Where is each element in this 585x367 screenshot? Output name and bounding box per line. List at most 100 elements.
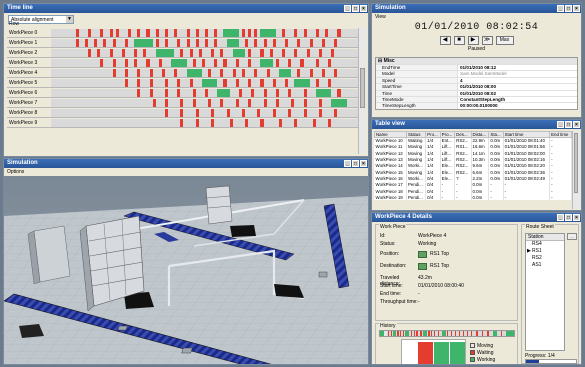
history-segment — [393, 331, 397, 336]
route-station-item[interactable]: RS4 — [526, 241, 564, 248]
route-browse-button[interactable]: ... — [567, 233, 577, 240]
close-button[interactable]: × — [573, 5, 580, 12]
timeline-row[interactable]: WorkPiece 0 — [7, 28, 359, 38]
close-button[interactable]: × — [573, 214, 580, 221]
maximize-button[interactable]: □ — [565, 214, 572, 221]
timeline-waiting-segment — [278, 118, 282, 127]
table-view-title: Table view — [375, 121, 405, 127]
route-station-item[interactable]: AS1 — [526, 262, 564, 269]
scrollbar-thumb[interactable] — [360, 68, 365, 108]
timeline-row[interactable]: WorkPiece 8 — [7, 108, 359, 118]
timeline-waiting-segment — [100, 58, 104, 67]
maximize-button[interactable]: □ — [352, 160, 359, 167]
route-station-item[interactable]: RS2 — [526, 255, 564, 262]
table-row[interactable]: WorkPiece 19 Pendi... 0/4- -0.0m - - - — [374, 194, 572, 201]
property-value[interactable]: 01/01/2010 08:02 — [458, 91, 577, 96]
workpiece-marker[interactable] — [318, 271, 328, 278]
history-segment — [384, 331, 387, 336]
timeline-working-segment — [226, 38, 239, 47]
property-row[interactable]: TimeMode ConstantStepLength — [376, 95, 577, 103]
property-value[interactable]: 01/01/2010 08:00 — [458, 84, 577, 89]
property-key: EndTime — [376, 65, 458, 71]
property-value[interactable]: Sam.Model.SamModel — [458, 71, 577, 76]
table-column-header[interactable]: End time — [549, 131, 572, 138]
timeline-titlebar[interactable]: Time line _ □ × — [4, 4, 368, 13]
station-icon[interactable] — [418, 251, 427, 258]
timeline-waiting-segment — [294, 48, 298, 57]
timeline-waiting-segment — [174, 68, 178, 77]
close-button[interactable]: × — [360, 5, 367, 12]
property-grid: ⊟ Misc EndTime 01/01/2010 08:12 Model Sam.M… — [375, 57, 578, 110]
timeline-row[interactable]: WorkPiece 6 — [7, 88, 359, 98]
property-row[interactable]: StartTime 01/01/2010 08:00 — [376, 83, 577, 90]
close-button[interactable]: × — [360, 160, 367, 167]
menu-view[interactable]: View — [372, 13, 581, 21]
timeline-waiting-segment — [146, 58, 150, 67]
maximize-button[interactable]: □ — [565, 5, 572, 12]
minimize-button[interactable]: _ — [344, 160, 351, 167]
property-value[interactable]: 00:00:00.0100000 — [458, 103, 577, 108]
max-speed-button[interactable]: Max — [495, 36, 514, 45]
route-station-item[interactable]: ▶ RS1 — [526, 248, 564, 255]
timeline-row[interactable]: WorkPiece 5 — [7, 78, 359, 88]
stop-button[interactable]: ■ — [453, 36, 465, 45]
property-value[interactable]: ConstantStepLength — [458, 97, 577, 102]
property-value[interactable]: 01/01/2010 08:12 — [458, 65, 577, 70]
minimize-button[interactable]: _ — [557, 5, 564, 12]
timeline-row[interactable]: WorkPiece 9 — [7, 118, 359, 128]
minimize-button[interactable]: _ — [557, 214, 564, 221]
timeline-waiting-segment — [275, 88, 279, 97]
property-row[interactable]: Time 01/01/2010 08:02 — [376, 89, 577, 96]
timeline-waiting-segment — [124, 38, 128, 47]
workpiece-details-window: WorkPiece 4 Details _ □ × Work Piece Id:… — [371, 212, 582, 365]
timeline-row[interactable]: WorkPiece 3 — [7, 58, 359, 68]
timeline-waiting-segment — [282, 48, 286, 57]
property-value[interactable]: 4 — [458, 78, 577, 83]
scrollbar-thumb[interactable] — [574, 133, 578, 193]
timeline-scrollbar[interactable] — [358, 28, 366, 154]
timeline-row[interactable]: WorkPiece 1 — [7, 38, 359, 48]
close-button[interactable]: × — [573, 121, 580, 128]
timeline-row[interactable]: WorkPiece 7 — [7, 98, 359, 108]
timeline-row[interactable]: WorkPiece 2 — [7, 48, 359, 58]
table-view-titlebar[interactable]: Table view _ □ × — [372, 120, 581, 129]
timeline-row[interactable]: WorkPiece 4 — [7, 68, 359, 78]
workpiece-marker[interactable] — [181, 347, 193, 354]
timeline-waiting-segment — [223, 58, 227, 67]
workpiece-marker[interactable] — [117, 325, 128, 331]
route-station-list[interactable]: Station RS4 ▶ RS1 RS2 AS1 — [525, 233, 565, 351]
history-legend-item: Moving — [470, 342, 495, 349]
maximize-button[interactable]: □ — [352, 5, 359, 12]
view3d-titlebar[interactable]: Simulation _ □ × — [4, 159, 368, 168]
timeline-waiting-segment — [161, 68, 165, 77]
property-row[interactable]: Model Sam.Model.SamModel — [376, 70, 577, 77]
history-segment — [433, 331, 435, 336]
station-icon[interactable] — [418, 263, 427, 270]
route-station-header[interactable]: Station — [526, 234, 564, 241]
play-button[interactable]: ▶ — [467, 36, 479, 45]
timeline-rows: WorkPiece 0 WorkPiece 1 WorkPiece 2 WorkPie… — [7, 28, 359, 156]
minimize-button[interactable]: _ — [557, 121, 564, 128]
timeline-waiting-segment — [155, 38, 159, 47]
progress-bar — [525, 359, 577, 364]
maximize-button[interactable]: □ — [565, 121, 572, 128]
menu-options[interactable]: Options — [4, 168, 368, 176]
timeline-waiting-segment — [297, 38, 301, 47]
simulation-titlebar[interactable]: Simulation _ □ × — [372, 4, 581, 13]
destination-value: RS1 Top — [430, 263, 450, 269]
property-row[interactable]: Speed 4 — [376, 76, 577, 84]
details-titlebar[interactable]: WorkPiece 4 Details _ □ × — [372, 213, 581, 222]
property-row[interactable]: TimeStepLength 00:00:00.0100000 — [376, 102, 577, 109]
fast-forward-button[interactable]: ≫ — [481, 36, 493, 45]
timeline-waiting-segment — [328, 118, 332, 127]
minimize-button[interactable]: _ — [344, 5, 351, 12]
table-scrollbar[interactable] — [572, 131, 579, 209]
property-group-label: Misc — [383, 58, 395, 64]
legend-swatch — [470, 350, 475, 355]
table-cell: 01/01/2010 08:01:56 — [503, 143, 551, 151]
step-back-button[interactable]: ◀ — [439, 36, 451, 45]
timeline-waiting-segment — [294, 28, 298, 37]
property-row[interactable]: EndTime 01/01/2010 08:12 — [376, 64, 577, 71]
chevron-down-icon: ▼ — [66, 15, 73, 23]
3d-scene-canvas[interactable] — [4, 176, 368, 365]
